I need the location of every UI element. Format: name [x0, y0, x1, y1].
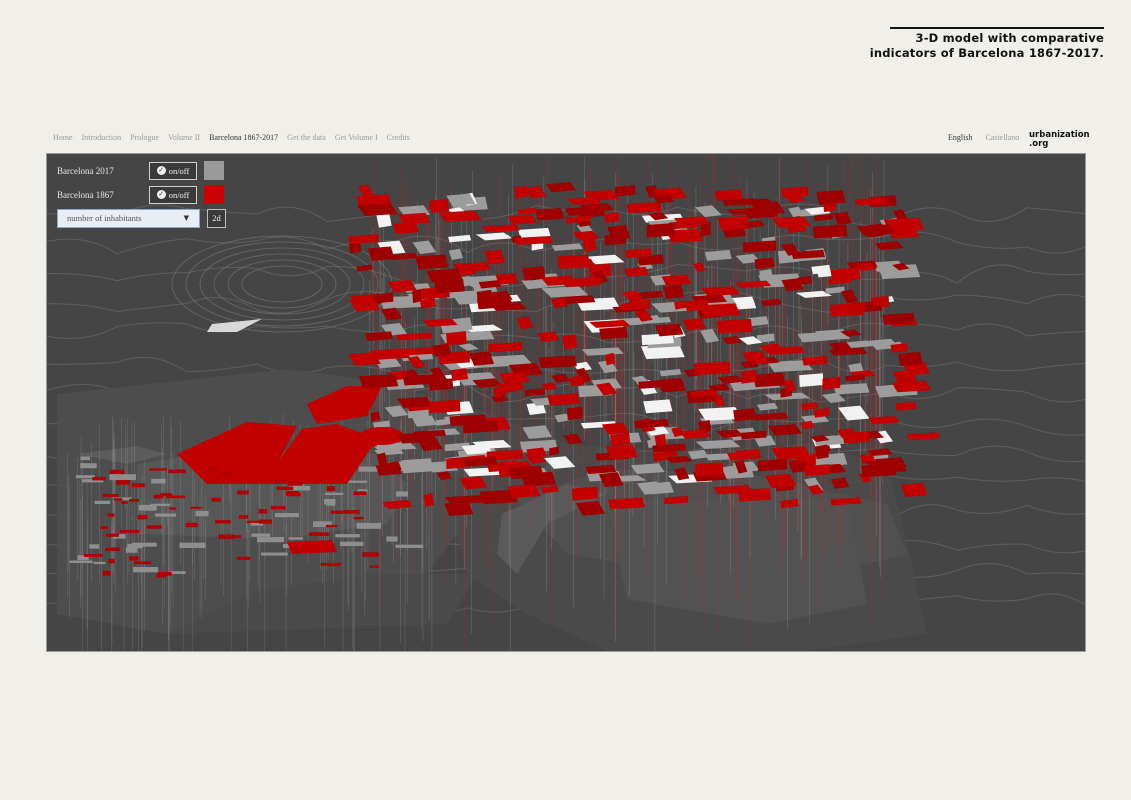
layer-2017-toggle-button[interactable]: ✓ on/off: [149, 161, 197, 180]
3d-viewer[interactable]: Barcelona 2017 ✓ on/off Barcelona 1867 ✓…: [46, 153, 1086, 652]
poster-title: 3-D model with comparative indicators of…: [844, 31, 1104, 61]
layer-1867-label: Barcelona 1867: [57, 189, 114, 200]
city-model-scene[interactable]: [47, 154, 1085, 651]
title-rule: [890, 27, 1104, 29]
site-logo[interactable]: urbanization .org: [1029, 131, 1090, 149]
nav-introduction[interactable]: Introduction: [82, 133, 122, 145]
poster-title-line2: indicators of Barcelona 1867-2017.: [869, 46, 1104, 60]
caret-down-icon: ▼: [183, 214, 189, 222]
nav-get-the-data[interactable]: Get the data: [287, 133, 326, 145]
view-2d-button[interactable]: 2d: [207, 209, 226, 228]
nav-get-volume-i[interactable]: Get Volume I: [335, 133, 378, 145]
check-icon: ✓: [156, 166, 166, 175]
layer-2017-toggle-label: on/off: [168, 165, 190, 176]
layer-2017-color-swatch[interactable]: [204, 161, 224, 180]
indicator-select[interactable]: number of inhabitants ▼: [57, 209, 200, 228]
layer-1867-toggle-button[interactable]: ✓ on/off: [149, 185, 197, 204]
layer-row-1867: Barcelona 1867 ✓ on/off: [57, 185, 224, 204]
nav-credits[interactable]: Credits: [387, 133, 410, 145]
logo-line2: .org: [1029, 139, 1049, 149]
language-switcher: English Castellano: [948, 133, 1019, 142]
layer-1867-color-swatch[interactable]: [204, 185, 224, 204]
main-nav: Home Introduction Prologue Volume II Bar…: [53, 133, 410, 145]
nav-home[interactable]: Home: [53, 133, 73, 145]
lang-english[interactable]: English: [948, 133, 972, 142]
indicator-select-value: number of inhabitants: [67, 213, 142, 223]
poster-title-line1: 3-D model with comparative: [915, 31, 1104, 45]
check-icon: ✓: [156, 190, 166, 199]
nav-prologue[interactable]: Prologue: [130, 133, 159, 145]
nav-barcelona-1867-2017[interactable]: Barcelona 1867-2017: [209, 133, 278, 145]
layer-1867-toggle-label: on/off: [168, 189, 190, 200]
lang-castellano[interactable]: Castellano: [985, 133, 1019, 142]
layer-2017-label: Barcelona 2017: [57, 165, 114, 176]
nav-volume-ii[interactable]: Volume II: [168, 133, 200, 145]
layer-row-2017: Barcelona 2017 ✓ on/off: [57, 161, 224, 180]
